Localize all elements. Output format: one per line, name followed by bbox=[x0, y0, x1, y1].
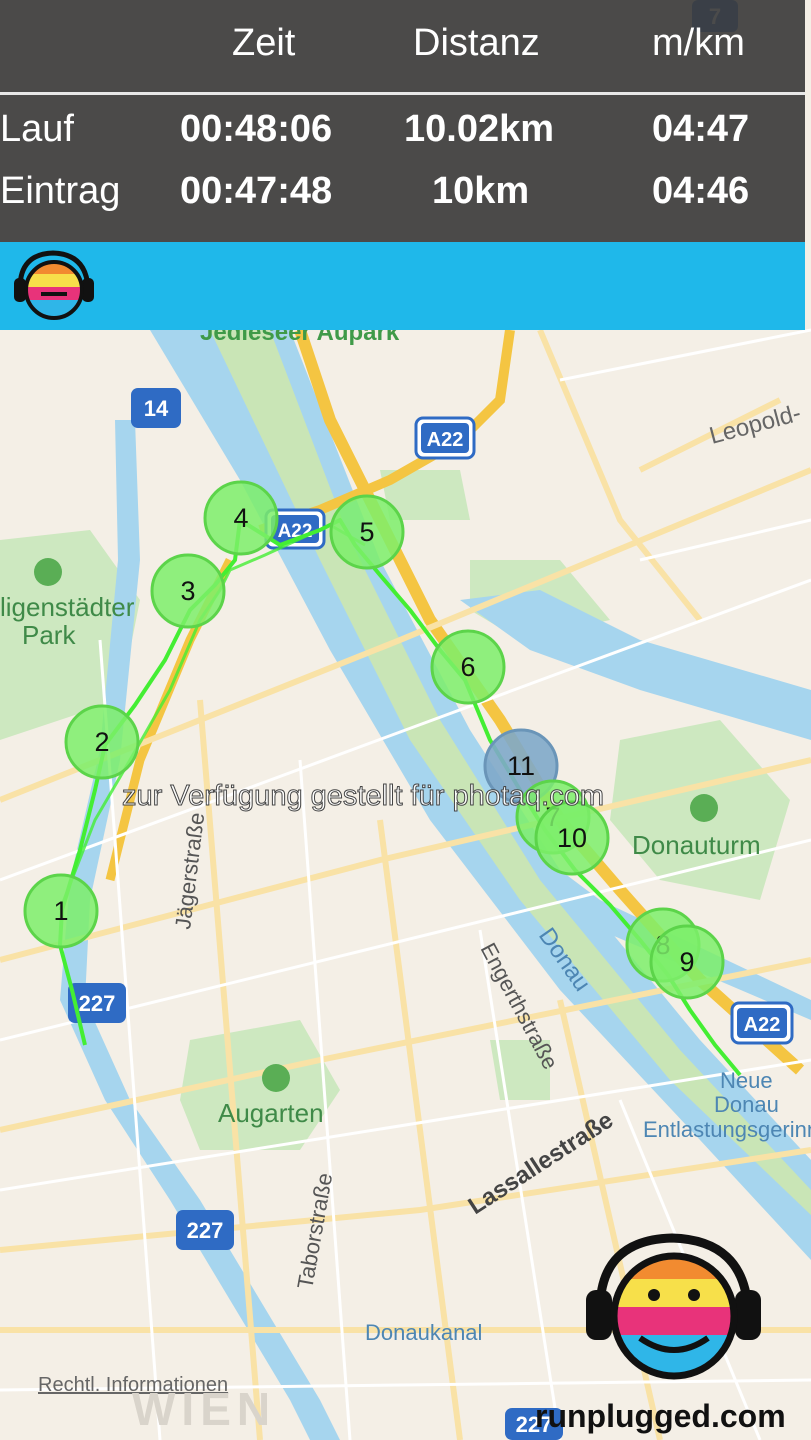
km-marker-6[interactable]: 6 bbox=[430, 629, 506, 705]
column-header-time: Zeit bbox=[232, 22, 296, 64]
run-stats-header: Zeit Distanz m/km Lauf 00:48:06 10.02km … bbox=[0, 0, 805, 242]
map-label-augarten: Augarten bbox=[218, 1098, 324, 1128]
svg-text:11: 11 bbox=[507, 751, 535, 781]
map-label-park-west-2: Park bbox=[22, 620, 76, 650]
road-shield-a22-east: A22 bbox=[730, 1001, 794, 1045]
svg-text:A22: A22 bbox=[427, 429, 464, 451]
eintrag-time: 00:47:48 bbox=[180, 170, 333, 212]
map-label-neue: Neue bbox=[720, 1068, 773, 1093]
runplugged-small-logo-icon[interactable] bbox=[8, 242, 98, 330]
svg-text:A22: A22 bbox=[744, 1014, 781, 1036]
park-icon-donauturm bbox=[690, 794, 718, 822]
svg-text:227: 227 bbox=[187, 1218, 224, 1243]
map-label-city: WIEN bbox=[132, 1383, 277, 1435]
row-label-lauf: Lauf bbox=[0, 108, 74, 150]
park-icon-west bbox=[34, 558, 62, 586]
svg-text:10: 10 bbox=[557, 823, 587, 853]
lauf-time: 00:48:06 bbox=[180, 108, 333, 150]
svg-text:1: 1 bbox=[53, 896, 68, 926]
km-marker-4[interactable]: 4 bbox=[203, 480, 279, 556]
svg-text:9: 9 bbox=[679, 947, 694, 977]
road-shield-a22-north: A22 bbox=[414, 416, 476, 460]
map-label-donauturm: Donauturm bbox=[632, 830, 761, 860]
eintrag-distance: 10km bbox=[432, 170, 530, 212]
column-header-distance: Distanz bbox=[413, 22, 540, 64]
map-label-entlastung: Entlastungsgerinne bbox=[643, 1117, 811, 1142]
svg-text:5: 5 bbox=[359, 517, 374, 547]
map-label-neue-donau: Donau bbox=[714, 1092, 779, 1117]
road-shield-14: 14 bbox=[131, 388, 181, 428]
row-label-eintrag: Eintrag bbox=[0, 170, 121, 212]
svg-text:4: 4 bbox=[233, 503, 248, 533]
app-accent-bar bbox=[0, 242, 805, 330]
lauf-pace: 04:47 bbox=[652, 108, 750, 150]
svg-text:3: 3 bbox=[180, 576, 195, 606]
brand-url: runplugged.com bbox=[535, 1398, 786, 1434]
watermark-text: zur Verfügung gestellt für photaq.com bbox=[121, 780, 605, 813]
km-marker-3[interactable]: 3 bbox=[150, 553, 226, 629]
header-divider bbox=[0, 92, 805, 95]
map-label-donaukanal: Donaukanal bbox=[365, 1320, 482, 1345]
road-shield-227-south: 227 bbox=[176, 1210, 234, 1250]
eintrag-pace: 04:46 bbox=[652, 170, 750, 212]
lauf-distance: 10.02km bbox=[404, 108, 555, 150]
svg-text:2: 2 bbox=[94, 727, 109, 757]
km-marker-2[interactable]: 2 bbox=[64, 704, 140, 780]
park-icon-augarten bbox=[262, 1064, 290, 1092]
svg-text:6: 6 bbox=[460, 652, 475, 682]
map-label-park-west: ligenstädter bbox=[0, 592, 135, 622]
km-marker-9[interactable]: 9 bbox=[649, 924, 725, 1000]
svg-text:227: 227 bbox=[79, 991, 116, 1016]
km-marker-1[interactable]: 1 bbox=[23, 873, 99, 949]
km-marker-5[interactable]: 5 bbox=[329, 494, 405, 570]
svg-text:14: 14 bbox=[144, 396, 169, 421]
column-header-pace: m/km bbox=[652, 22, 745, 64]
